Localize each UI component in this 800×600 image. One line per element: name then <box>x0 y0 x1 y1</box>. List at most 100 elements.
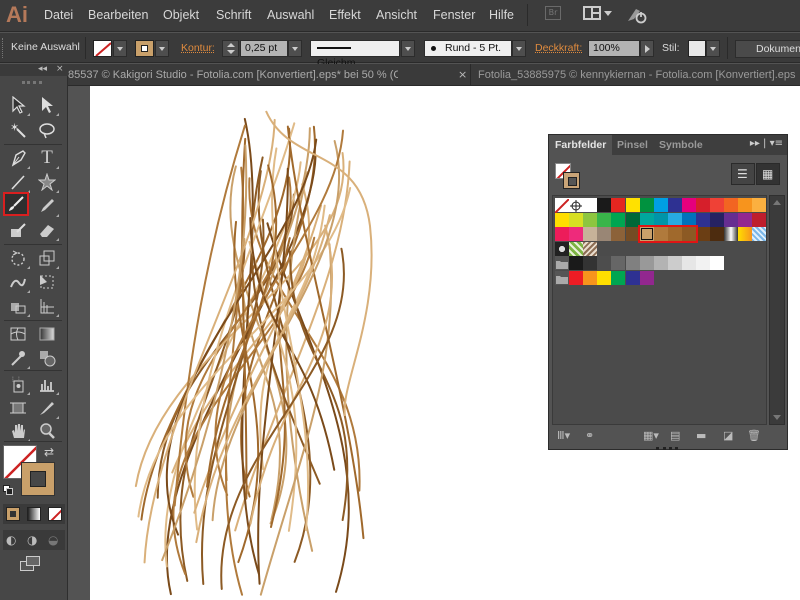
hair-strand[interactable] <box>286 125 365 540</box>
menu-auswahl[interactable]: Auswahl <box>267 8 314 22</box>
swatch[interactable] <box>569 241 584 256</box>
swatch[interactable] <box>597 198 612 212</box>
panel-grip[interactable] <box>22 81 42 85</box>
menu-objekt[interactable]: Objekt <box>163 8 199 22</box>
perspective-grid-tool[interactable] <box>34 294 60 318</box>
swatch[interactable] <box>667 198 682 212</box>
swatch[interactable] <box>611 212 626 227</box>
document-setup-button[interactable]: Dokumen <box>735 40 800 58</box>
draw-behind-icon[interactable]: ◑ <box>27 533 43 547</box>
menu-datei[interactable]: Datei <box>44 8 73 22</box>
tab-close-icon[interactable]: × <box>458 64 467 86</box>
swatch[interactable] <box>583 256 598 271</box>
swatch[interactable] <box>583 212 598 227</box>
scale-tool[interactable] <box>34 246 60 270</box>
hand-tool[interactable] <box>5 419 31 443</box>
stroke-indicator[interactable] <box>21 462 55 496</box>
chevron-down-icon[interactable] <box>604 11 612 16</box>
swatch[interactable] <box>569 227 584 242</box>
swatch-scrollbar[interactable] <box>769 195 785 425</box>
swatch[interactable] <box>569 212 584 227</box>
swatch[interactable] <box>597 256 612 271</box>
stroke-dropdown[interactable] <box>155 40 169 57</box>
scroll-down-icon[interactable] <box>773 415 781 420</box>
draw-inside-icon[interactable]: ◒ <box>48 533 64 547</box>
swatch[interactable] <box>738 198 753 212</box>
stroke-label[interactable]: Kontur: <box>181 42 215 54</box>
line-tool[interactable] <box>5 170 31 194</box>
blob-brush-tool[interactable] <box>5 218 31 242</box>
menu-fenster[interactable]: Fenster <box>433 8 475 22</box>
close-icon[interactable]: × <box>56 64 64 74</box>
swatch[interactable] <box>569 256 584 271</box>
swatch-folder-icon[interactable] <box>555 271 569 285</box>
eyedropper-tool[interactable] <box>5 346 31 370</box>
blend-tool[interactable] <box>34 346 60 370</box>
swatch[interactable] <box>583 241 598 256</box>
menu-bearbeiten[interactable]: Bearbeiten <box>88 8 148 22</box>
swatch[interactable] <box>653 256 668 271</box>
swatch-folder-icon[interactable] <box>555 256 569 271</box>
sync-settings-icon[interactable] <box>626 5 648 25</box>
swatch[interactable] <box>583 227 598 242</box>
column-graph-tool[interactable] <box>34 372 60 396</box>
swatch[interactable] <box>555 227 569 242</box>
swatch[interactable] <box>696 212 710 227</box>
new-swatch-icon[interactable]: ◪ <box>723 429 733 442</box>
panel-resize-grip[interactable] <box>656 447 678 450</box>
screen-mode-icon[interactable] <box>20 556 42 572</box>
swatch-options-icon[interactable]: ▤ <box>670 429 680 442</box>
collapse-icon[interactable]: ◂◂ <box>38 64 47 74</box>
swatch[interactable] <box>611 198 626 212</box>
fill-swatch[interactable] <box>93 40 112 57</box>
artboard-tool[interactable] <box>5 396 31 420</box>
stroke-swatch[interactable] <box>135 40 154 57</box>
swatch[interactable] <box>639 198 654 212</box>
style-swatch[interactable] <box>688 40 706 57</box>
fill-dropdown[interactable] <box>113 40 127 57</box>
type-tool[interactable]: T <box>34 146 60 170</box>
menu-schrift[interactable]: Schrift <box>216 8 251 22</box>
zoom-tool[interactable] <box>34 419 60 443</box>
panel-menu-icon[interactable]: ▸▸ | ▾≡ <box>750 138 783 149</box>
panel-stroke-indicator[interactable] <box>563 172 580 189</box>
swatch[interactable] <box>710 198 725 212</box>
swatch[interactable] <box>681 256 696 271</box>
stroke-weight-field[interactable]: 0,25 pt <box>240 40 288 57</box>
swatch[interactable] <box>696 256 710 271</box>
swatch-libraries-icon[interactable]: Ⅲ▾ <box>557 429 570 442</box>
swatch[interactable] <box>625 198 640 212</box>
grid-view-button[interactable]: ▦ <box>756 163 780 185</box>
style-dropdown[interactable] <box>706 40 720 57</box>
document-tab-2[interactable]: Fotolia_53885975 © kennykiernan - Fotoli… <box>478 64 800 86</box>
list-view-button[interactable]: ☰ <box>731 163 755 185</box>
opacity-slider-button[interactable] <box>640 40 654 57</box>
none-mode-button[interactable] <box>48 507 62 521</box>
swatch[interactable] <box>597 212 612 227</box>
menu-ansicht[interactable]: Ansicht <box>376 8 417 22</box>
tab-farbfelder[interactable]: Farbfelder <box>549 135 613 155</box>
hair-strand[interactable] <box>164 161 302 568</box>
swatch[interactable] <box>724 212 739 227</box>
swatch[interactable] <box>639 271 654 285</box>
swatch[interactable] <box>696 198 710 212</box>
swatch[interactable] <box>752 198 767 212</box>
shape-builder-tool[interactable] <box>5 294 31 318</box>
paintbrush-tool[interactable] <box>3 192 29 216</box>
color-group-icon[interactable]: ▦▾ <box>643 429 659 442</box>
brush-dropdown[interactable] <box>512 40 526 57</box>
draw-normal-icon[interactable]: ◐ <box>6 533 22 547</box>
eraser-tool[interactable] <box>34 218 60 242</box>
swatch[interactable] <box>724 198 739 212</box>
scroll-up-icon[interactable] <box>773 200 781 205</box>
swatch[interactable] <box>611 271 626 285</box>
swap-fill-stroke-icon[interactable]: ⇄ <box>44 445 54 459</box>
magic-wand-tool[interactable]: ✶ <box>5 118 31 142</box>
menu-hilfe[interactable]: Hilfe <box>489 8 514 22</box>
delete-icon[interactable]: 🗑 <box>747 429 761 442</box>
swatch[interactable] <box>752 227 767 242</box>
selection-tool[interactable] <box>5 93 31 117</box>
control-bar-grip[interactable] <box>2 38 5 58</box>
swatch[interactable] <box>611 227 626 242</box>
swatch[interactable] <box>583 198 598 212</box>
